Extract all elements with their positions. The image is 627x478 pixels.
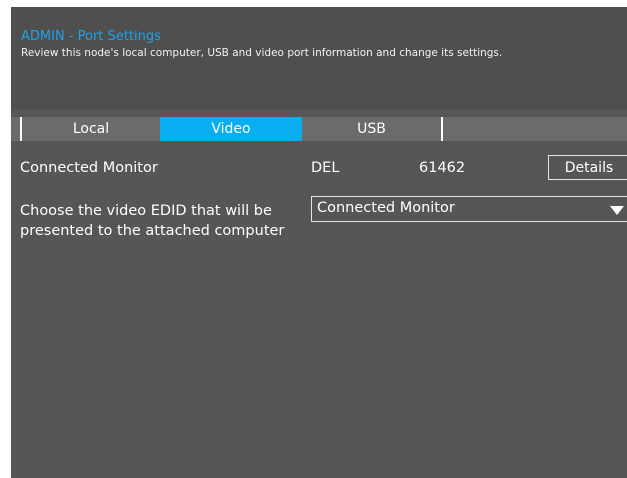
monitor-id: 61462 — [419, 160, 466, 176]
tab-local[interactable]: Local — [20, 117, 160, 141]
tab-bar: Local Video USB — [11, 117, 627, 141]
edid-selected-value: Connected Monitor — [317, 200, 455, 216]
header-panel: ADMIN - Port Settings Review this node's… — [11, 7, 627, 109]
edid-select[interactable]: Connected Monitor — [311, 196, 627, 222]
monitor-vendor: DEL — [311, 160, 340, 176]
tab-video[interactable]: Video — [160, 117, 302, 141]
edid-label: Choose the video EDID that will be prese… — [20, 203, 285, 239]
page-subtitle: Review this node's local computer, USB a… — [21, 47, 503, 59]
dropdown-arrow-icon — [610, 206, 624, 215]
port-settings-window: ADMIN - Port Settings Review this node's… — [11, 7, 627, 478]
tab-usb[interactable]: USB — [302, 117, 443, 141]
connected-monitor-label: Connected Monitor — [20, 160, 158, 176]
page-title: ADMIN - Port Settings — [21, 29, 161, 44]
details-button[interactable]: Details — [548, 155, 627, 180]
